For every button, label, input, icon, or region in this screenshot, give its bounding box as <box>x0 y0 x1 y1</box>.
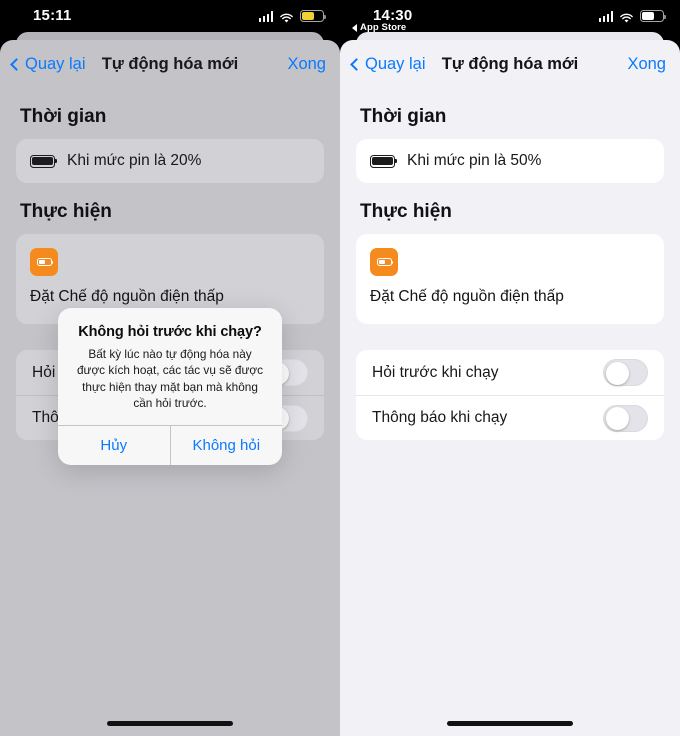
battery-icon <box>640 10 666 22</box>
dialog-message: Bất kỳ lúc nào tự động hóa này được kích… <box>76 347 263 410</box>
low-power-mode-icon <box>370 248 398 276</box>
cancel-button[interactable]: Hủy <box>58 426 170 465</box>
action-label: Đặt Chế độ nguồn điện thấp <box>370 288 564 305</box>
sheet-content-right: Thời gian Khi mức pin là 50% Thực hiện Đ… <box>340 106 680 440</box>
phone-screen-left: 15:11 Quay lại Tự động hóa mới Xong Thời… <box>0 0 340 736</box>
nav-bar-right: Quay lại Tự động hóa mới Xong <box>340 40 680 88</box>
chevron-left-icon <box>350 57 363 71</box>
dialog-actions: Hủy Không hỏi <box>58 425 283 466</box>
status-icons <box>598 10 666 23</box>
options-card: Hỏi trước khi chạy Thông báo khi chạy <box>356 350 664 440</box>
wifi-icon <box>619 11 634 23</box>
battery-icon <box>370 154 398 168</box>
trigger-label: Khi mức pin là 50% <box>407 152 542 169</box>
section-title-time: Thời gian <box>360 106 447 127</box>
phone-screen-right: 14:30 App Store Quay lại Tự động hóa mới… <box>340 0 680 736</box>
cellular-signal-icon <box>598 10 613 22</box>
confirmation-dialog: Không hỏi trước khi chạy? Bất kỳ lúc nào… <box>58 308 283 466</box>
dont-ask-button[interactable]: Không hỏi <box>169 426 283 466</box>
option-row-ask-before-running[interactable]: Hỏi trước khi chạy <box>356 350 664 395</box>
ask-before-running-toggle[interactable] <box>603 359 648 386</box>
automation-sheet-right: Quay lại Tự động hóa mới Xong Thời gian … <box>340 40 680 736</box>
trigger-card[interactable]: Khi mức pin là 50% <box>356 139 664 183</box>
dual-phone-screenshot: 15:11 Quay lại Tự động hóa mới Xong Thời… <box>0 0 680 736</box>
dialog-title: Không hỏi trước khi chạy? <box>78 324 262 340</box>
option-row-notify-when-run[interactable]: Thông báo khi chạy <box>356 395 664 440</box>
home-indicator <box>447 721 573 726</box>
option-label: Thông báo khi chạy <box>372 409 508 426</box>
section-title-action: Thực hiện <box>360 201 452 222</box>
notify-when-run-toggle[interactable] <box>603 404 648 432</box>
back-button-label: Quay lại <box>365 54 426 73</box>
triangle-left-icon <box>352 23 357 32</box>
action-card[interactable]: Đặt Chế độ nguồn điện thấp <box>356 234 664 324</box>
back-button[interactable]: Quay lại <box>350 54 426 74</box>
alert-overlay: Không hỏi trước khi chạy? Bất kỳ lúc nào… <box>0 0 340 736</box>
done-button[interactable]: Xong <box>627 55 666 74</box>
dialog-body: Không hỏi trước khi chạy? Bất kỳ lúc nào… <box>58 308 282 425</box>
option-label: Hỏi trước khi chạy <box>372 363 499 381</box>
